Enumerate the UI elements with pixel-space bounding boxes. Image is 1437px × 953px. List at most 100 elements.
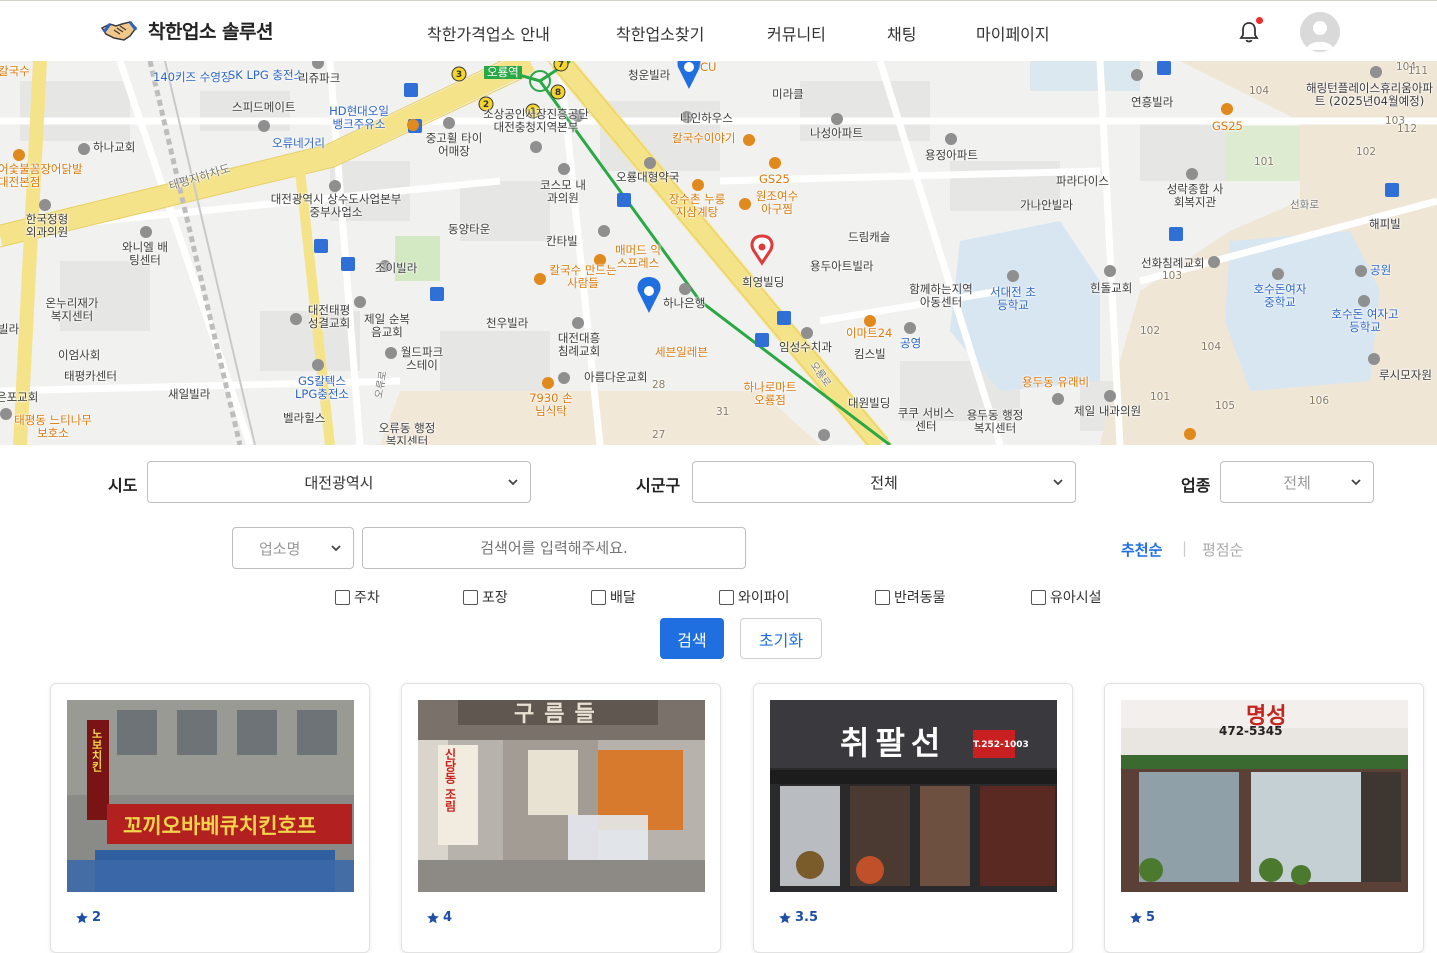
map-label: 102: [1140, 325, 1161, 337]
map-label: 한국정형 외과의원: [25, 212, 69, 240]
sign-text: 취팔선: [840, 724, 947, 762]
amenity-pet-checkbox[interactable]: 반려동물: [875, 587, 946, 607]
map-label: 용정아파트: [925, 148, 978, 162]
category-select[interactable]: 전체: [1220, 461, 1374, 503]
bell-icon[interactable]: [1239, 21, 1259, 43]
map-label: 새일빌라: [168, 387, 211, 401]
checkbox[interactable]: [719, 589, 734, 605]
map-label: 은포교회: [0, 390, 39, 404]
star-icon: [779, 911, 791, 923]
map-label: 칸타빌: [546, 234, 578, 248]
side-sign-text: 노보치킨: [90, 728, 103, 772]
amenity-label: 반려동물: [894, 590, 946, 606]
amenity-label: 포장: [482, 590, 508, 606]
map-label: 오류네거리: [272, 136, 325, 150]
map-label: 청운빌라: [628, 68, 671, 82]
map-label: GS25: [1212, 119, 1243, 133]
amenity-wifi-checkbox[interactable]: 와이파이: [719, 587, 790, 607]
map-label: 해피빌: [1369, 217, 1401, 231]
store-photo[interactable]: 꼬끼오바베큐치킨호프 노보치킨: [67, 700, 354, 892]
sort-recommended[interactable]: 추천순: [1121, 539, 1162, 560]
reset-button[interactable]: 초기화: [740, 618, 822, 659]
map-label: 대전광역시 상수도사업본부 중부사업소: [270, 192, 402, 220]
store-photo-illustration: [418, 700, 705, 892]
rating-value: 4: [443, 910, 453, 925]
store-photo[interactable]: 취팔선 T.252-1003: [770, 700, 1057, 892]
map-label: 대전태평 성결교회: [307, 303, 351, 331]
store-photo[interactable]: 명성 472-5345: [1121, 700, 1408, 892]
map-label: 원조여수 아구찜: [755, 189, 799, 217]
map-label: 31: [716, 406, 730, 418]
chevron-down-icon: [1053, 479, 1063, 486]
star-icon: [76, 911, 88, 923]
store-card[interactable]: 꼬끼오바베큐치킨호프 노보치킨 2: [50, 683, 370, 953]
category-value: 전체: [1283, 473, 1311, 492]
nav-item-chat[interactable]: 채팅: [887, 21, 916, 45]
map-label: GS칼텍스 LPG충전소: [295, 374, 349, 402]
avatar[interactable]: [1300, 12, 1340, 52]
map-label: 벨라힐스: [283, 411, 326, 425]
map-label: 선화로: [1290, 199, 1319, 211]
search-button[interactable]: 검색: [660, 618, 724, 659]
amenity-label: 주차: [354, 590, 380, 606]
map-label: 태평동 느티나무보호소: [14, 413, 92, 441]
subway-station-label[interactable]: 오룡역: [484, 65, 522, 80]
map-label: 칼국수이야기: [672, 131, 736, 145]
store-card[interactable]: 명성 472-5345 5: [1104, 683, 1424, 953]
map-label: 동양타운: [448, 222, 491, 236]
map-label: 103: [1162, 270, 1183, 282]
search-input[interactable]: [362, 527, 746, 569]
checkbox[interactable]: [875, 589, 890, 605]
nav-item-mypage[interactable]: 마이페이지: [976, 21, 1050, 45]
brand-name: 착한업소 솔루션: [148, 21, 273, 43]
sido-select[interactable]: 대전광역시: [147, 461, 531, 503]
amenity-delivery-checkbox[interactable]: 배달: [591, 587, 636, 607]
map-label: 111: [1408, 65, 1429, 77]
nav-item-guide[interactable]: 착한가격업소 안내: [427, 21, 550, 45]
store-photo[interactable]: 구름들 신당동 조림: [418, 700, 705, 892]
sigungu-select[interactable]: 전체: [692, 461, 1076, 503]
map-label: 제일 순복음교회: [364, 312, 410, 340]
search-type-select[interactable]: 업소명: [232, 527, 354, 569]
chevron-down-icon: [331, 545, 341, 552]
map-label: 성락종합 사회복지관: [1166, 182, 1224, 210]
map-label: 140키즈 수영장: [153, 70, 232, 84]
map-label: 쿠쿠 서비스센터: [897, 406, 955, 434]
map-label: 매머드 익스프레스: [615, 243, 661, 271]
amenity-kids-checkbox[interactable]: 유아시설: [1031, 587, 1102, 607]
chevron-down-icon: [508, 479, 518, 486]
amenity-parking-checkbox[interactable]: 주차: [335, 587, 380, 607]
store-card[interactable]: 취팔선 T.252-1003 3.5: [753, 683, 1073, 953]
svg-text:8: 8: [555, 88, 561, 98]
amenity-takeout-checkbox[interactable]: 포장: [463, 587, 508, 607]
sort-rating[interactable]: 평점순: [1202, 539, 1243, 560]
map-label: SK LPG 충전소: [228, 68, 305, 82]
checkbox[interactable]: [463, 589, 478, 605]
user-icon: [1306, 21, 1334, 50]
brand-logo[interactable]: 착한업소 솔루션: [100, 17, 273, 44]
map-label: 오류동 행정복지센터: [378, 421, 436, 445]
category-label: 업종: [1181, 476, 1211, 495]
rating-value: 2: [92, 910, 102, 925]
checkbox[interactable]: [335, 589, 350, 605]
store-card[interactable]: 구름들 신당동 조림 4: [401, 683, 721, 953]
search-filters: 시도 대전광역시 시군구 전체 업종 전체 업소명 추천순 | 평점순 주차 포…: [0, 445, 1437, 675]
map-label: 이엄사회: [58, 348, 101, 362]
checkbox[interactable]: [1031, 589, 1046, 605]
checkbox[interactable]: [591, 589, 606, 605]
store-photo-illustration: [67, 700, 354, 892]
map-label: 세븐일레븐: [655, 345, 708, 359]
map-label: 나인하우스: [680, 111, 733, 125]
side-sign-text: T.252-1003: [973, 740, 1029, 750]
map-label: 28: [652, 379, 666, 391]
nav-item-find[interactable]: 착한업소찾기: [616, 21, 704, 45]
map-label: 함께하는지역 아동센터: [909, 282, 973, 310]
nav-item-community[interactable]: 커뮤니티: [767, 21, 826, 45]
map-label: 104: [1201, 341, 1222, 353]
map-label: GS25: [759, 172, 790, 186]
side-sign-text: 신당동 조림: [443, 748, 457, 813]
amenity-label: 와이파이: [738, 590, 790, 606]
star-icon: [427, 911, 439, 923]
map-view[interactable]: 3 2 1 7 8 칼국수 140키즈 수영장 SK LPG 충전소 리쥬파크 …: [0, 61, 1437, 445]
map-label: 공원: [1370, 263, 1392, 277]
